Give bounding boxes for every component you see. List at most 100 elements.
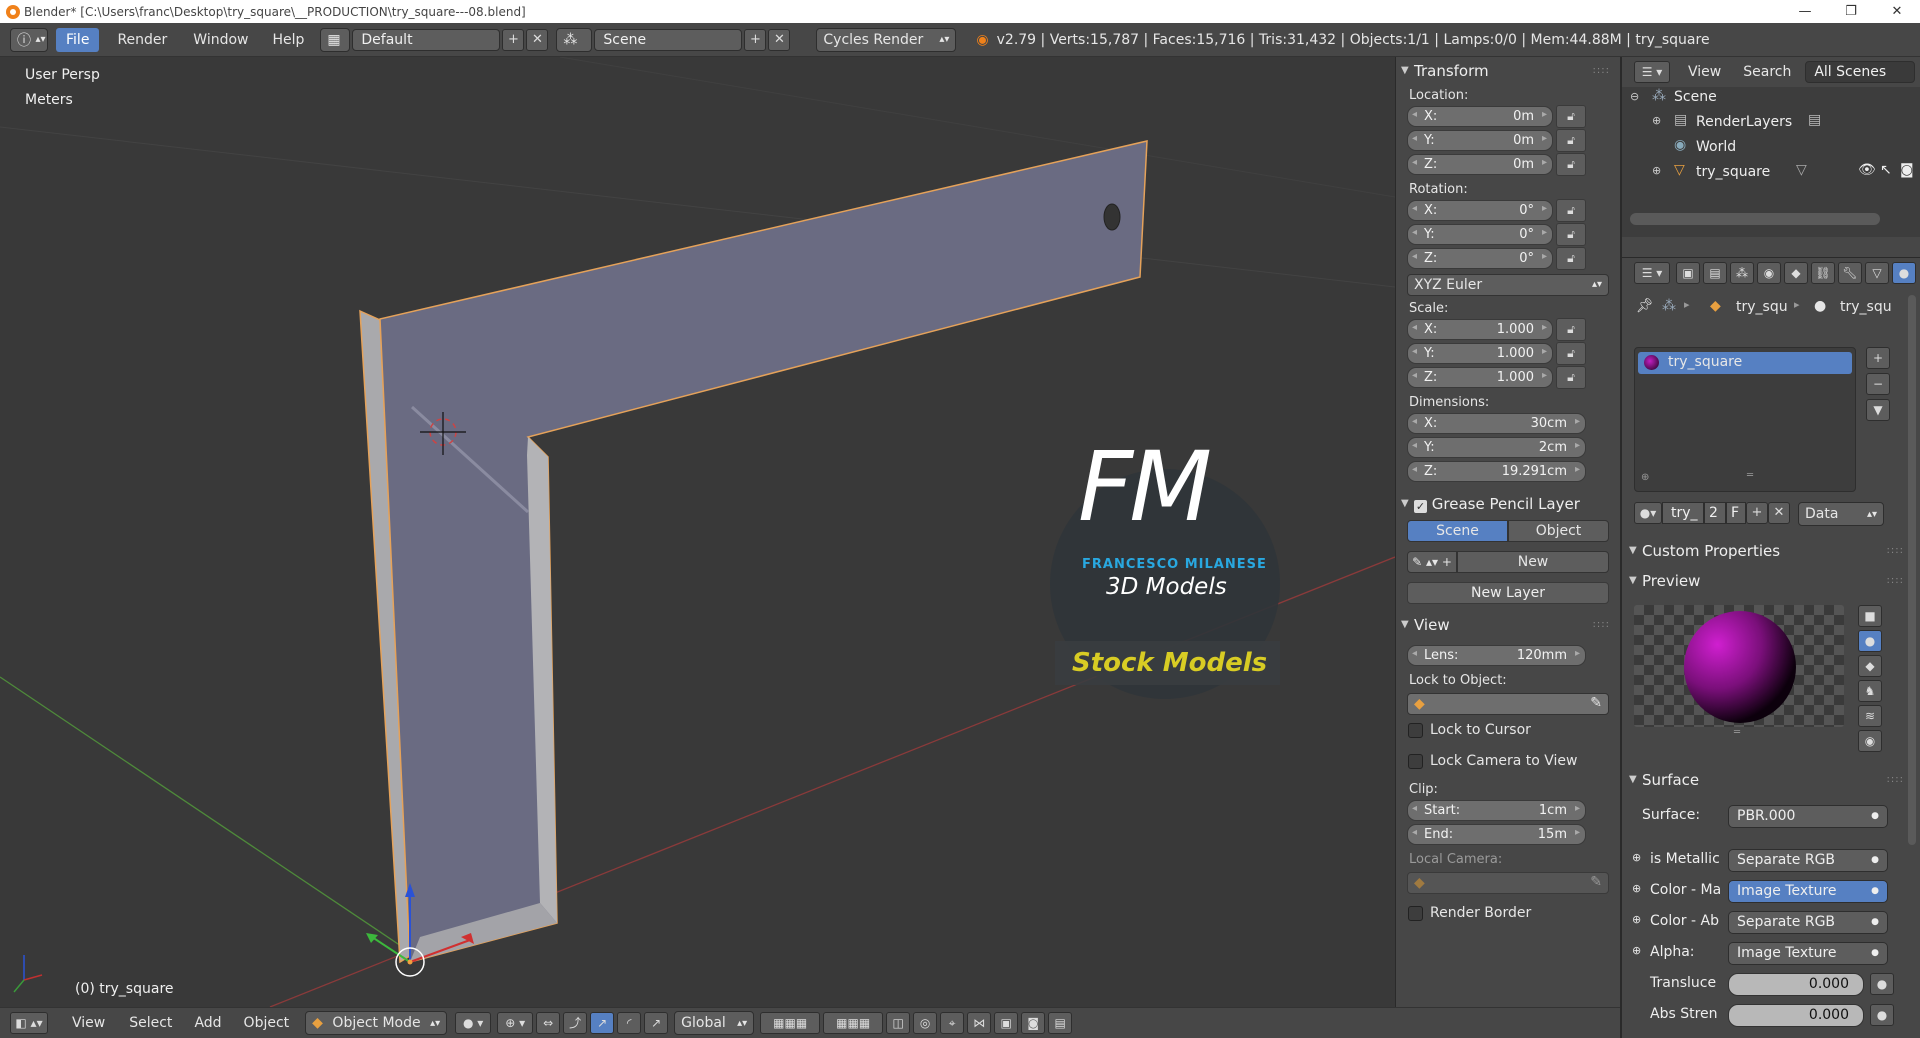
manipulator-toggle[interactable]: ⇔	[536, 1012, 561, 1034]
clip-start-field[interactable]: Start:1cm	[1407, 800, 1586, 821]
lock-icon[interactable]: 🔓︎	[1556, 366, 1586, 389]
render-layers-tab-icon[interactable]: ▤	[1703, 261, 1727, 284]
scale-manipulator-icon[interactable]: ◜	[617, 1012, 642, 1034]
lock-icon[interactable]: 🔓︎	[1556, 153, 1586, 176]
preview-hair-icon[interactable]: ≋	[1858, 705, 1882, 727]
constraints-tab-icon[interactable]: ⛓	[1811, 261, 1835, 284]
render-tab-icon[interactable]: ▣	[1676, 261, 1700, 284]
layout-name-field[interactable]: Default	[352, 28, 501, 51]
outliner-menu-search[interactable]: Search	[1733, 60, 1801, 84]
eyedropper-icon[interactable]: ✎	[1590, 874, 1602, 890]
menu-select[interactable]: Select	[119, 1011, 182, 1035]
scene-icon[interactable]: ⁂	[556, 27, 593, 52]
dimension-x-field[interactable]: X:30cm	[1407, 413, 1586, 434]
menu-view[interactable]: View	[62, 1011, 115, 1035]
rotate-manipulator-icon[interactable]: ↗	[590, 1012, 615, 1034]
preview-sphere-icon[interactable]: ●	[1858, 630, 1882, 652]
outliner-editor-type[interactable]: ☰ ▾	[1634, 61, 1670, 83]
editor-type-selector[interactable]: ◧ ▴▾	[10, 1012, 48, 1034]
color-ma-input-select[interactable]: Image Texture ●	[1728, 880, 1888, 903]
shading-select[interactable]: ● ▾	[455, 1012, 492, 1034]
tab-scene[interactable]: Scene	[1407, 520, 1508, 542]
lock-icon[interactable]: 🔓︎	[1556, 129, 1586, 152]
expand-icon[interactable]: ⊕	[1652, 114, 1661, 127]
location-x-field[interactable]: X:0m	[1407, 106, 1553, 127]
rotation-x-field[interactable]: X:0°	[1407, 200, 1553, 221]
socket-icon[interactable]: ⊕	[1632, 944, 1641, 957]
add-icon[interactable]: ⊕	[1641, 472, 1649, 483]
rotation-y-field[interactable]: Y:0°	[1407, 224, 1553, 245]
add-material-slot-button[interactable]: +	[1866, 347, 1890, 369]
material-name-field[interactable]: try_	[1662, 502, 1704, 524]
properties-scrollbar[interactable]	[1908, 295, 1916, 845]
clip-end-field[interactable]: End:15m	[1407, 824, 1586, 845]
resize-handle[interactable]: ═	[1734, 727, 1740, 738]
scene-tab-icon[interactable]: ⁂	[1730, 261, 1754, 284]
layers-grid-icon[interactable]: ▦▦▦	[760, 1012, 821, 1034]
pivot-select[interactable]: ⊕ ▾	[497, 1012, 534, 1034]
camera-render-icon[interactable]: ◙	[1900, 162, 1914, 178]
rotation-z-field[interactable]: Z:0°	[1407, 248, 1553, 269]
minimize-button[interactable]: —	[1782, 0, 1828, 23]
layout-icon[interactable]: ▦	[320, 27, 351, 52]
outliner-display-filter[interactable]: All Scenes	[1805, 61, 1916, 83]
menu-window[interactable]: Window	[183, 28, 258, 52]
lock-camera-checkbox[interactable]: Lock Camera to View	[1396, 746, 1620, 777]
lock-icon[interactable]: 🔓︎	[1556, 247, 1586, 270]
new-material-button[interactable]: +	[1746, 502, 1768, 524]
scale-x-field[interactable]: X:1.000	[1407, 319, 1553, 340]
remove-material-slot-button[interactable]: −	[1866, 373, 1890, 395]
list-item[interactable]: try_square	[1638, 352, 1852, 374]
material-specials-button[interactable]: ▼	[1866, 399, 1890, 421]
lock-layers-icon[interactable]: ◫	[886, 1012, 911, 1034]
material-link-select[interactable]: Data ▴▾	[1798, 502, 1884, 526]
3d-viewport[interactable]: User Persp Meters (0) try_square FM FRAN…	[0, 57, 1395, 1007]
data-tab-icon[interactable]: ▽	[1865, 261, 1889, 284]
scale-y-field[interactable]: Y:1.000	[1407, 343, 1553, 364]
eyedropper-icon[interactable]: ✎	[1590, 695, 1602, 711]
unlink-material-button[interactable]: ✕	[1768, 502, 1790, 524]
socket-icon[interactable]: ⊕	[1632, 913, 1641, 926]
mode-select[interactable]: ◆ Object Mode ▴▾	[305, 1011, 448, 1035]
resize-handle[interactable]: ═	[1747, 470, 1753, 481]
socket-link-icon[interactable]: ●	[1870, 973, 1894, 995]
lock-to-cursor-checkbox[interactable]: Lock to Cursor	[1396, 715, 1620, 746]
surface-panel-header[interactable]: Surface::::	[1624, 768, 1914, 792]
render-engine-select[interactable]: Cycles Render ▴▾	[816, 27, 957, 52]
delete-scene-button[interactable]: ✕	[768, 28, 791, 51]
scale-manipulator-icon[interactable]: ↗	[644, 1012, 669, 1034]
menu-add[interactable]: Add	[184, 1011, 231, 1035]
translucency-slider[interactable]: 0.000	[1728, 973, 1864, 996]
location-z-field[interactable]: Z:0m	[1407, 154, 1553, 175]
color-ab-input-select[interactable]: Separate RGB ●	[1728, 911, 1888, 934]
dimension-z-field[interactable]: Z:19.291cm	[1407, 461, 1586, 482]
new-layer-button[interactable]: New Layer	[1407, 582, 1609, 604]
pencil-icon[interactable]: ✎ ▴▾ +	[1407, 551, 1457, 573]
tab-object[interactable]: Object	[1508, 520, 1609, 542]
local-camera-field[interactable]: ◆ ✎	[1407, 872, 1609, 894]
material-tab-icon[interactable]: ●	[1892, 261, 1916, 284]
material-browse-icon[interactable]: ●▾	[1634, 502, 1662, 524]
menu-object[interactable]: Object	[234, 1011, 300, 1035]
alpha-input-select[interactable]: Image Texture ●	[1728, 942, 1888, 965]
cursor-select-icon[interactable]: ↖	[1880, 162, 1892, 178]
material-users-count[interactable]: 2	[1704, 502, 1726, 524]
lock-icon[interactable]: 🔓︎	[1556, 342, 1586, 365]
preview-flat-icon[interactable]: ■	[1858, 605, 1882, 627]
lock-icon[interactable]: 🔓︎	[1556, 318, 1586, 341]
lock-icon[interactable]: 🔓︎	[1556, 199, 1586, 222]
proportional-edit-icon[interactable]: ◎	[913, 1012, 938, 1034]
menu-render[interactable]: Render	[107, 28, 177, 52]
render-icon[interactable]: ▣	[994, 1012, 1019, 1034]
clapper-icon[interactable]: ▤	[1048, 1012, 1073, 1034]
editor-type-selector[interactable]: ⓘ ▴▾	[10, 27, 48, 52]
properties-editor-type[interactable]: ☰ ▾	[1634, 261, 1670, 284]
outliner-item-world[interactable]: World	[1696, 139, 1736, 155]
modifiers-tab-icon[interactable]: 🔧︎	[1838, 261, 1862, 284]
maximize-button[interactable]: ❐	[1828, 0, 1874, 23]
layers-grid-icon[interactable]: ▦▦▦	[823, 1012, 884, 1034]
preview-monkey-icon[interactable]: ♞	[1858, 680, 1882, 702]
object-tab-icon[interactable]: ◆	[1784, 261, 1808, 284]
scale-z-field[interactable]: Z:1.000	[1407, 367, 1553, 388]
delete-layout-button[interactable]: ✕	[526, 28, 549, 51]
